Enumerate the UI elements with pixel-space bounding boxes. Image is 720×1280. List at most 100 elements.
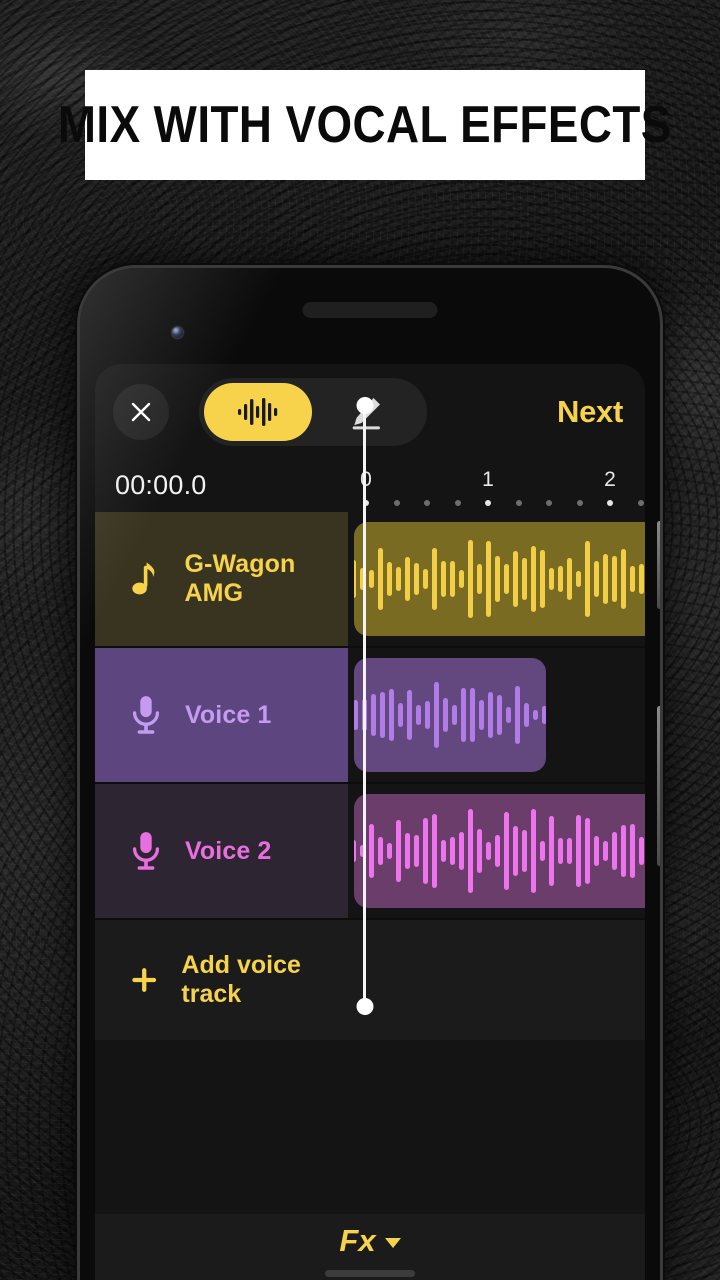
ruler-dot bbox=[424, 500, 430, 506]
ruler-dot bbox=[637, 500, 644, 506]
track-row[interactable]: Voice 1 bbox=[95, 648, 645, 782]
audio-clip-voice2[interactable] bbox=[354, 794, 645, 908]
waveform-bar bbox=[443, 698, 448, 732]
waveform-bar bbox=[557, 838, 563, 864]
waveform-bar bbox=[354, 700, 358, 730]
ruler-major-tick: 2 bbox=[604, 468, 616, 506]
waveform-bar bbox=[476, 829, 482, 873]
waveform-bar bbox=[629, 824, 635, 878]
waveform-bar bbox=[413, 563, 419, 595]
close-button[interactable] bbox=[113, 384, 169, 440]
waveform-bar bbox=[629, 566, 635, 592]
waveform-bar bbox=[377, 837, 383, 865]
waveform-bar bbox=[602, 841, 608, 861]
playhead-top-knob[interactable] bbox=[356, 397, 373, 414]
waveform-bar bbox=[512, 825, 518, 877]
waveform-bar bbox=[386, 561, 392, 597]
waveform-bar bbox=[620, 548, 626, 610]
view-mode-segmented-control bbox=[199, 378, 427, 446]
waveform-bar bbox=[611, 832, 617, 870]
power-button[interactable] bbox=[657, 521, 660, 609]
waveform-bar bbox=[467, 539, 473, 619]
next-button[interactable]: Next bbox=[557, 394, 627, 430]
waveform-bar bbox=[548, 815, 554, 887]
add-voice-track-button[interactable]: Add voice track bbox=[95, 920, 645, 1040]
timeline-ruler[interactable]: 00:00.0 0 1 2 bbox=[95, 460, 645, 512]
track-list: G-Wagon AMG Voice 1 Voice 2 Add voice tr… bbox=[95, 512, 645, 1040]
phone-device-frame: Next 00:00.0 012 G-Wagon AMG Voice 1 Voi… bbox=[80, 268, 660, 1280]
waveform-bar bbox=[476, 564, 482, 594]
waveform-bar bbox=[521, 829, 527, 873]
waveform-bar bbox=[539, 549, 545, 609]
ruler-dot bbox=[607, 500, 613, 506]
waveform-bar bbox=[404, 833, 410, 869]
close-icon bbox=[131, 402, 151, 422]
track-lane-voice1[interactable] bbox=[348, 648, 645, 782]
ruler-dot bbox=[546, 500, 552, 506]
track-header-voice2[interactable]: Voice 2 bbox=[95, 784, 348, 918]
fx-label-text: Fx bbox=[339, 1223, 376, 1258]
waveform-bar bbox=[398, 703, 403, 727]
waveform-bar bbox=[449, 836, 455, 866]
waveform-bar bbox=[488, 692, 493, 738]
waveform-bar bbox=[638, 836, 644, 866]
waveform-bar bbox=[503, 812, 509, 890]
waveform-bar bbox=[593, 561, 599, 597]
waveform-bar bbox=[620, 825, 626, 877]
waveform-bar bbox=[407, 690, 412, 740]
waveform-bar bbox=[458, 832, 464, 870]
volume-button[interactable] bbox=[657, 706, 660, 866]
track-lane-music[interactable] bbox=[348, 512, 645, 646]
ruler-number: 0 bbox=[360, 468, 372, 491]
track-header-voice1[interactable]: Voice 1 bbox=[95, 648, 348, 782]
waveform-icon bbox=[238, 398, 278, 426]
waveform-bar bbox=[354, 839, 356, 863]
waveform-bar bbox=[449, 560, 455, 598]
track-row[interactable]: Voice 2 bbox=[95, 784, 645, 918]
playhead-bottom-knob[interactable] bbox=[356, 998, 373, 1015]
track-label: Voice 2 bbox=[185, 836, 272, 865]
add-track-header[interactable]: Add voice track bbox=[95, 920, 348, 1040]
audio-clip-music[interactable] bbox=[354, 522, 645, 636]
waveform-bar bbox=[515, 685, 520, 745]
waveform-bar bbox=[497, 695, 502, 735]
waveform-bar bbox=[440, 561, 446, 597]
sheet-drag-handle[interactable] bbox=[325, 1270, 415, 1277]
tab-mix[interactable] bbox=[204, 383, 312, 441]
fx-panel-header[interactable]: Fx bbox=[95, 1214, 645, 1280]
waveform-bar bbox=[584, 540, 590, 618]
waveform-bar bbox=[533, 709, 538, 721]
music-note-icon bbox=[132, 562, 155, 595]
earpiece-speaker bbox=[302, 302, 438, 318]
ruler-minor-tick bbox=[424, 500, 430, 506]
track-lane-voice2[interactable] bbox=[348, 784, 645, 918]
waveform-bar bbox=[431, 547, 437, 611]
ruler-minor-tick bbox=[515, 500, 522, 506]
track-row[interactable]: G-Wagon AMG bbox=[95, 512, 645, 646]
playhead[interactable] bbox=[356, 397, 373, 1015]
waveform-bar bbox=[479, 700, 484, 730]
add-track-label: Add voice track bbox=[181, 951, 301, 1008]
ruler-minor-tick bbox=[393, 500, 400, 506]
waveform-bar bbox=[485, 540, 491, 618]
ruler-number: 2 bbox=[604, 468, 616, 491]
waveform-bar bbox=[557, 565, 563, 593]
microphone-icon bbox=[132, 832, 160, 870]
waveform-bar bbox=[422, 568, 428, 590]
chevron-down-icon bbox=[384, 1238, 401, 1248]
waveform bbox=[354, 671, 546, 760]
audio-clip-voice1[interactable] bbox=[354, 658, 546, 772]
waveform-bar bbox=[354, 560, 356, 598]
waveform-bar bbox=[452, 705, 457, 725]
waveform-bar bbox=[368, 570, 374, 588]
waveform-bar bbox=[494, 834, 500, 868]
waveform-bar bbox=[485, 841, 491, 861]
waveform-bar bbox=[575, 814, 581, 888]
waveform-bar bbox=[368, 823, 374, 879]
fx-button[interactable]: Fx bbox=[339, 1223, 401, 1259]
plus-icon bbox=[132, 968, 157, 992]
waveform-bar bbox=[395, 820, 401, 882]
track-header-music[interactable]: G-Wagon AMG bbox=[95, 512, 348, 646]
ruler-minor-tick bbox=[546, 500, 552, 506]
waveform-bar bbox=[503, 564, 509, 594]
